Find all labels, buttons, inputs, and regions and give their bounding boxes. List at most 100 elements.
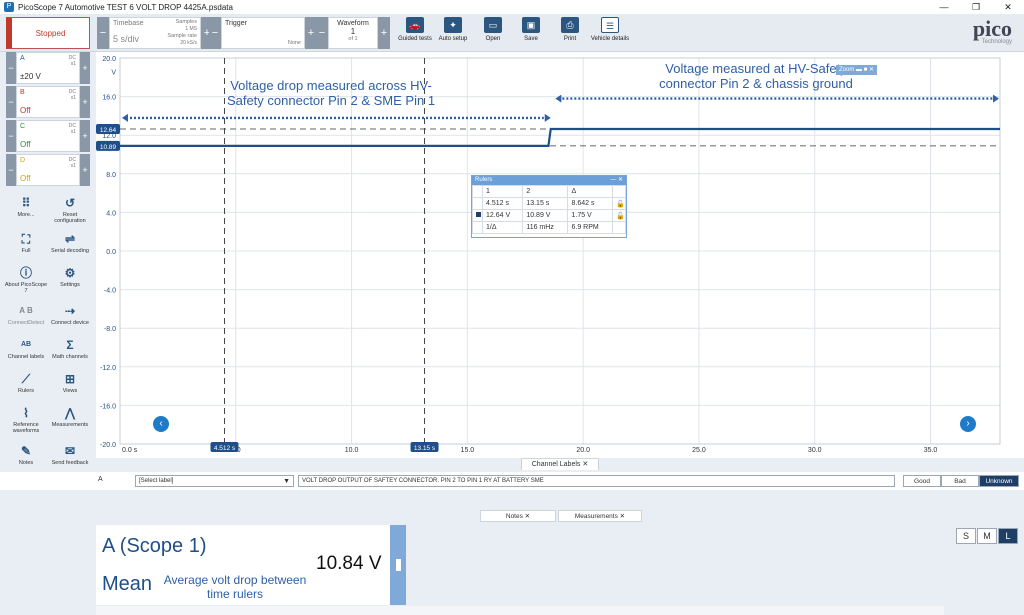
waveform-next-button[interactable]: + — [378, 17, 390, 49]
channel-d-control[interactable]: − D DC x1 Off + — [6, 154, 90, 186]
x-tick-label: 15.0 — [461, 447, 475, 454]
waveform-of: of 1 — [348, 36, 358, 42]
reference-waveforms-button[interactable]: ⌇ Reference waveforms — [4, 406, 48, 434]
channel-a-control[interactable]: − A DC x1 ±20 V + — [6, 52, 90, 84]
channel-c-range: Off — [20, 140, 31, 149]
good-button[interactable]: Good — [903, 475, 941, 487]
bad-button[interactable]: Bad — [941, 475, 979, 487]
vehicle-details-button[interactable]: ☰ Vehicle details — [590, 17, 630, 42]
open-button[interactable]: ▭ Open — [473, 17, 513, 42]
run-stop-button[interactable]: Stopped — [6, 17, 90, 49]
wand-icon: ✦ — [444, 17, 462, 33]
measurements-button[interactable]: ⋀ Measurements — [48, 406, 92, 428]
rulers-close-icon[interactable]: — ✕ — [610, 176, 623, 185]
voltage-ruler-label: 10.89 — [100, 144, 117, 151]
zoom-overview-control[interactable]: Zoom ▬ ■ ✕ — [836, 65, 877, 75]
send-feedback-button[interactable]: ✉ Send feedback — [48, 444, 92, 466]
waveform-number: 1 — [350, 27, 356, 36]
settings-button[interactable]: ⚙ Settings — [48, 266, 92, 288]
waveform-control[interactable]: Waveform 1 of 1 — [328, 17, 378, 49]
rulers-window[interactable]: Rulers — ✕ 1 2 Δ 4.512 s 13.15 s 8.642 s… — [471, 175, 627, 238]
serial-decoding-button[interactable]: ⇌ Serial decoding — [48, 232, 92, 254]
measurements-icon: ⋀ — [65, 406, 75, 420]
channel-b-decrease-button[interactable]: − — [6, 86, 16, 118]
timebase-value: 5 s/div — [113, 34, 140, 44]
save-button[interactable]: ▣ Save — [511, 17, 551, 42]
scroll-right-button[interactable]: › — [960, 416, 976, 432]
y-tick-label: 16.0 — [102, 95, 116, 102]
channel-d-increase-button[interactable]: + — [80, 154, 90, 186]
label-select[interactable]: [Select label] ▼ — [135, 475, 294, 487]
measurement-title: A (Scope 1) — [102, 535, 207, 557]
more-button[interactable]: ⠿ More... — [4, 196, 48, 218]
connectdetect-icon: A B — [19, 306, 33, 315]
math-channels-button[interactable]: Σ Math channels — [48, 338, 92, 360]
full-screen-button[interactable]: ⛶ Full — [4, 232, 48, 254]
inverse-delta-label: 1/Δ — [481, 221, 524, 234]
unknown-button[interactable]: Unknown — [979, 475, 1019, 487]
about-button[interactable]: ⓘ About PicoScope 7 — [4, 266, 48, 294]
close-button[interactable]: ✕ — [992, 0, 1024, 14]
channel-c-increase-button[interactable]: + — [80, 120, 90, 152]
channel-labels-button[interactable]: AB Channel labels — [4, 338, 48, 360]
channel-labels-tab[interactable]: Channel Labels ✕ — [521, 458, 599, 470]
reset-icon: ↺ — [64, 196, 76, 210]
scroll-left-button[interactable]: ‹ — [153, 416, 169, 432]
waveform-previous-button[interactable]: − — [316, 17, 328, 49]
notes-tab[interactable]: Notes ✕ — [480, 510, 556, 522]
channel-c-decrease-button[interactable]: − — [6, 120, 16, 152]
channel-a-range: ±20 V — [20, 72, 41, 81]
measurements-tab[interactable]: Measurements ✕ — [558, 510, 642, 522]
views-button[interactable]: ⊞ Views — [48, 372, 92, 394]
channel-b-increase-button[interactable]: + — [80, 86, 90, 118]
lock-icon[interactable]: 🔓 — [612, 209, 626, 222]
timebase-control[interactable]: Timebase 5 s/div Samples 1 MS Sample rat… — [109, 17, 201, 49]
notes-button[interactable]: ✎ Notes — [4, 444, 48, 466]
frequency-value: 116 mHz — [522, 221, 569, 234]
size-large-button[interactable]: L — [998, 528, 1018, 544]
timebase-decrease-button[interactable]: − — [97, 17, 109, 49]
channel-label-row: A [Select label] ▼ VOLT DROP OUTPUT OF S… — [0, 472, 1024, 490]
channel-b-name: B — [20, 89, 25, 96]
connect-device-button[interactable]: ⇢ Connect device — [48, 304, 92, 326]
size-medium-button[interactable]: M — [977, 528, 997, 544]
channel-c-control[interactable]: − C DC x1 Off + — [6, 120, 90, 152]
run-state-label: Stopped — [35, 28, 66, 38]
size-small-button[interactable]: S — [956, 528, 976, 544]
auto-setup-button[interactable]: ✦ Auto setup — [433, 17, 473, 42]
maximize-button[interactable]: ❐ — [960, 0, 992, 14]
print-button[interactable]: ⎙ Print — [550, 17, 590, 42]
measurement-scrollbar[interactable] — [390, 525, 406, 605]
measurement-panel[interactable]: A (Scope 1) Mean 10.84 V Average volt dr… — [96, 525, 406, 605]
x-tick-label: 25.0 — [692, 447, 706, 454]
serial-decoding-icon: ⇌ — [64, 232, 76, 246]
channel-b-control[interactable]: − B DC x1 Off + — [6, 86, 90, 118]
trigger-decrease-button[interactable]: − — [209, 17, 221, 49]
rulers-button[interactable]: ⟋ Rulers — [4, 372, 48, 394]
bottom-strip — [96, 606, 944, 615]
y-tick-label: 8.0 — [106, 172, 116, 179]
connectdetect-button[interactable]: A B ConnectDetect — [4, 304, 48, 326]
channel-d-decrease-button[interactable]: − — [6, 154, 16, 186]
reference-waveform-icon: ⌇ — [23, 406, 29, 420]
chevron-down-icon: ▼ — [283, 478, 290, 485]
scope-view[interactable]: 20.0 16.0 12.0 8.0 4.0 0.0 -4.0 -8.0 -12.0 -16.0 -… — [96, 52, 1024, 458]
trigger-value: None — [287, 40, 301, 46]
feedback-icon: ✉ — [64, 444, 76, 458]
lock-icon[interactable]: 🔓 — [612, 197, 626, 210]
rulers-header: Rulers — ✕ — [472, 176, 626, 185]
reset-configuration-button[interactable]: ↺ Reset configuration — [48, 196, 92, 224]
scrollbar-thumb — [396, 559, 401, 571]
printer-icon: ⎙ — [561, 17, 579, 33]
y-tick-label: 20.0 — [102, 56, 116, 63]
trigger-control[interactable]: Trigger None — [221, 17, 305, 49]
y-tick-label: 4.0 — [106, 210, 116, 217]
channel-b-range: Off — [20, 106, 31, 115]
scope-graph[interactable]: 20.0 16.0 12.0 8.0 4.0 0.0 -4.0 -8.0 -12.0 -16.0 -… — [96, 52, 1024, 458]
guided-tests-button[interactable]: 🚗 Guided tests — [395, 17, 435, 42]
label-text-field[interactable]: VOLT DROP OUTPUT OF SAFTEY CONNECTOR. PI… — [298, 475, 895, 487]
arrow-head-right — [544, 113, 551, 122]
channel-a-decrease-button[interactable]: − — [6, 52, 16, 84]
minimize-button[interactable]: — — [928, 0, 960, 14]
channel-a-increase-button[interactable]: + — [80, 52, 90, 84]
